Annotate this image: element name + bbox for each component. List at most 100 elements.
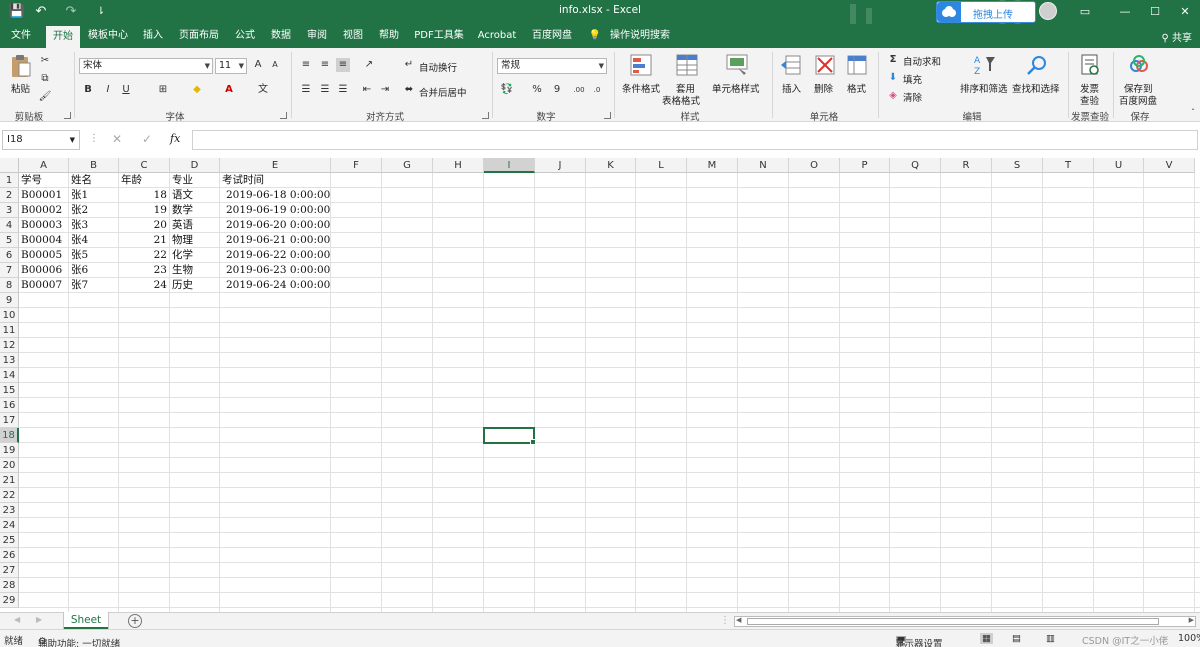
- sort-filter-icon[interactable]: AZ: [974, 54, 996, 76]
- row-header[interactable]: 28: [0, 578, 19, 593]
- close-icon[interactable]: ✕: [1170, 2, 1200, 22]
- cut-icon[interactable]: ✂: [38, 54, 52, 68]
- table-cell[interactable]: 2019-06-24 0:00:00: [226, 278, 334, 293]
- header-cell[interactable]: 考试时间: [222, 173, 330, 188]
- phonetic-icon[interactable]: 文: [256, 83, 270, 97]
- selected-cell[interactable]: [483, 427, 536, 445]
- orientation-icon[interactable]: ↗: [362, 58, 376, 72]
- increase-decimal-icon[interactable]: .00: [572, 83, 586, 97]
- table-cell[interactable]: 张3: [71, 218, 118, 233]
- column-header[interactable]: I: [484, 158, 535, 173]
- row-header[interactable]: 26: [0, 548, 19, 563]
- tab-acrobat[interactable]: Acrobat: [474, 24, 520, 48]
- insert-function-icon[interactable]: fx: [170, 132, 180, 145]
- row-header[interactable]: 6: [0, 248, 19, 263]
- table-cell[interactable]: B00006: [21, 263, 68, 278]
- drag-upload-button[interactable]: 拖拽上传: [936, 1, 1036, 23]
- tab-help[interactable]: 帮助: [374, 24, 404, 48]
- sort-filter-button[interactable]: 排序和筛选: [960, 81, 1008, 95]
- tab-home[interactable]: 开始: [46, 26, 80, 48]
- tell-me-search[interactable]: 操作说明搜索: [608, 24, 672, 48]
- tab-review[interactable]: 审阅: [302, 24, 332, 48]
- font-name-select[interactable]: 宋体 ▼: [79, 58, 213, 74]
- table-cell[interactable]: 张7: [71, 278, 118, 293]
- find-select-button[interactable]: 查找和选择: [1012, 81, 1060, 95]
- paste-label[interactable]: 粘贴: [11, 81, 30, 95]
- accounting-format-icon[interactable]: 💱: [500, 83, 514, 97]
- row-header[interactable]: 17: [0, 413, 19, 428]
- conditional-formatting-icon[interactable]: [630, 54, 652, 76]
- enter-icon[interactable]: ✓: [142, 132, 152, 146]
- row-header[interactable]: 10: [0, 308, 19, 323]
- align-center-icon[interactable]: ☰: [318, 83, 332, 97]
- header-cell[interactable]: 姓名: [71, 173, 118, 188]
- table-cell[interactable]: B00002: [21, 203, 68, 218]
- wrap-text-button[interactable]: 自动换行: [419, 60, 457, 74]
- row-header[interactable]: 29: [0, 593, 19, 608]
- row-header[interactable]: 27: [0, 563, 19, 578]
- header-cell[interactable]: 学号: [21, 173, 68, 188]
- table-cell[interactable]: 24: [119, 278, 167, 293]
- column-header[interactable]: Q: [890, 158, 941, 173]
- select-all-corner[interactable]: [0, 158, 19, 173]
- table-cell[interactable]: 张1: [71, 188, 118, 203]
- table-cell[interactable]: 张4: [71, 233, 118, 248]
- column-header[interactable]: B: [69, 158, 119, 173]
- fill-button[interactable]: 填充: [903, 72, 922, 86]
- underline-button[interactable]: U: [119, 83, 133, 97]
- table-cell[interactable]: 英语: [172, 218, 219, 233]
- share-button[interactable]: ⚲ 共享: [1161, 29, 1192, 44]
- clipboard-launcher-icon[interactable]: [64, 112, 71, 119]
- table-cell[interactable]: 21: [119, 233, 167, 248]
- tab-data[interactable]: 数据: [266, 24, 296, 48]
- cancel-icon[interactable]: ✕: [112, 132, 122, 146]
- sheet-tab[interactable]: Sheet: [64, 612, 108, 629]
- clear-icon[interactable]: ◈: [886, 89, 900, 103]
- formula-input[interactable]: [192, 130, 1198, 150]
- table-cell[interactable]: 22: [119, 248, 167, 263]
- collapse-ribbon-icon[interactable]: ˆ: [1186, 106, 1200, 120]
- table-cell[interactable]: B00004: [21, 233, 68, 248]
- scroll-right-icon[interactable]: ▶: [36, 615, 42, 624]
- tab-template-center[interactable]: 模板中心: [84, 24, 132, 48]
- autosum-button[interactable]: 自动求和: [903, 54, 941, 68]
- table-cell[interactable]: B00001: [21, 188, 68, 203]
- column-header[interactable]: K: [586, 158, 636, 173]
- table-cell[interactable]: 18: [119, 188, 167, 203]
- save-to-baidu-label-2[interactable]: 百度网盘: [1119, 93, 1157, 107]
- row-header[interactable]: 1: [0, 173, 19, 188]
- row-header[interactable]: 23: [0, 503, 19, 518]
- row-header[interactable]: 13: [0, 353, 19, 368]
- fill-icon[interactable]: ⬇: [886, 71, 900, 85]
- decrease-decimal-icon[interactable]: .0: [590, 83, 604, 97]
- row-header[interactable]: 12: [0, 338, 19, 353]
- row-header[interactable]: 24: [0, 518, 19, 533]
- column-header[interactable]: V: [1144, 158, 1195, 173]
- row-header[interactable]: 22: [0, 488, 19, 503]
- copy-icon[interactable]: ⧉: [38, 72, 52, 86]
- table-cell[interactable]: 2019-06-18 0:00:00: [226, 188, 334, 203]
- merge-center-button[interactable]: 合并后居中: [419, 85, 467, 99]
- baidu-netdisk-icon[interactable]: [1128, 54, 1150, 76]
- page-layout-view-icon[interactable]: ▤: [1012, 633, 1021, 644]
- tab-insert[interactable]: 插入: [138, 24, 168, 48]
- row-header[interactable]: 2: [0, 188, 19, 203]
- column-header[interactable]: U: [1094, 158, 1144, 173]
- column-header[interactable]: L: [636, 158, 687, 173]
- bold-button[interactable]: B: [81, 83, 95, 97]
- row-header[interactable]: 9: [0, 293, 19, 308]
- column-header[interactable]: D: [170, 158, 220, 173]
- font-size-select[interactable]: 11 ▼: [215, 58, 247, 74]
- insert-cells-icon[interactable]: [780, 54, 802, 76]
- column-header[interactable]: P: [840, 158, 890, 173]
- header-cell[interactable]: 年龄: [121, 173, 169, 188]
- merge-center-icon[interactable]: ⬌: [402, 83, 416, 97]
- table-cell[interactable]: 2019-06-23 0:00:00: [226, 263, 334, 278]
- number-launcher-icon[interactable]: [604, 112, 611, 119]
- table-cell[interactable]: B00005: [21, 248, 68, 263]
- format-cells-button[interactable]: 格式: [847, 81, 866, 95]
- decrease-indent-icon[interactable]: ⇤: [360, 83, 374, 97]
- format-as-table-icon[interactable]: [676, 54, 698, 76]
- zoom-level[interactable]: 100%: [1178, 633, 1200, 644]
- format-painter-icon[interactable]: 🖌: [38, 90, 52, 104]
